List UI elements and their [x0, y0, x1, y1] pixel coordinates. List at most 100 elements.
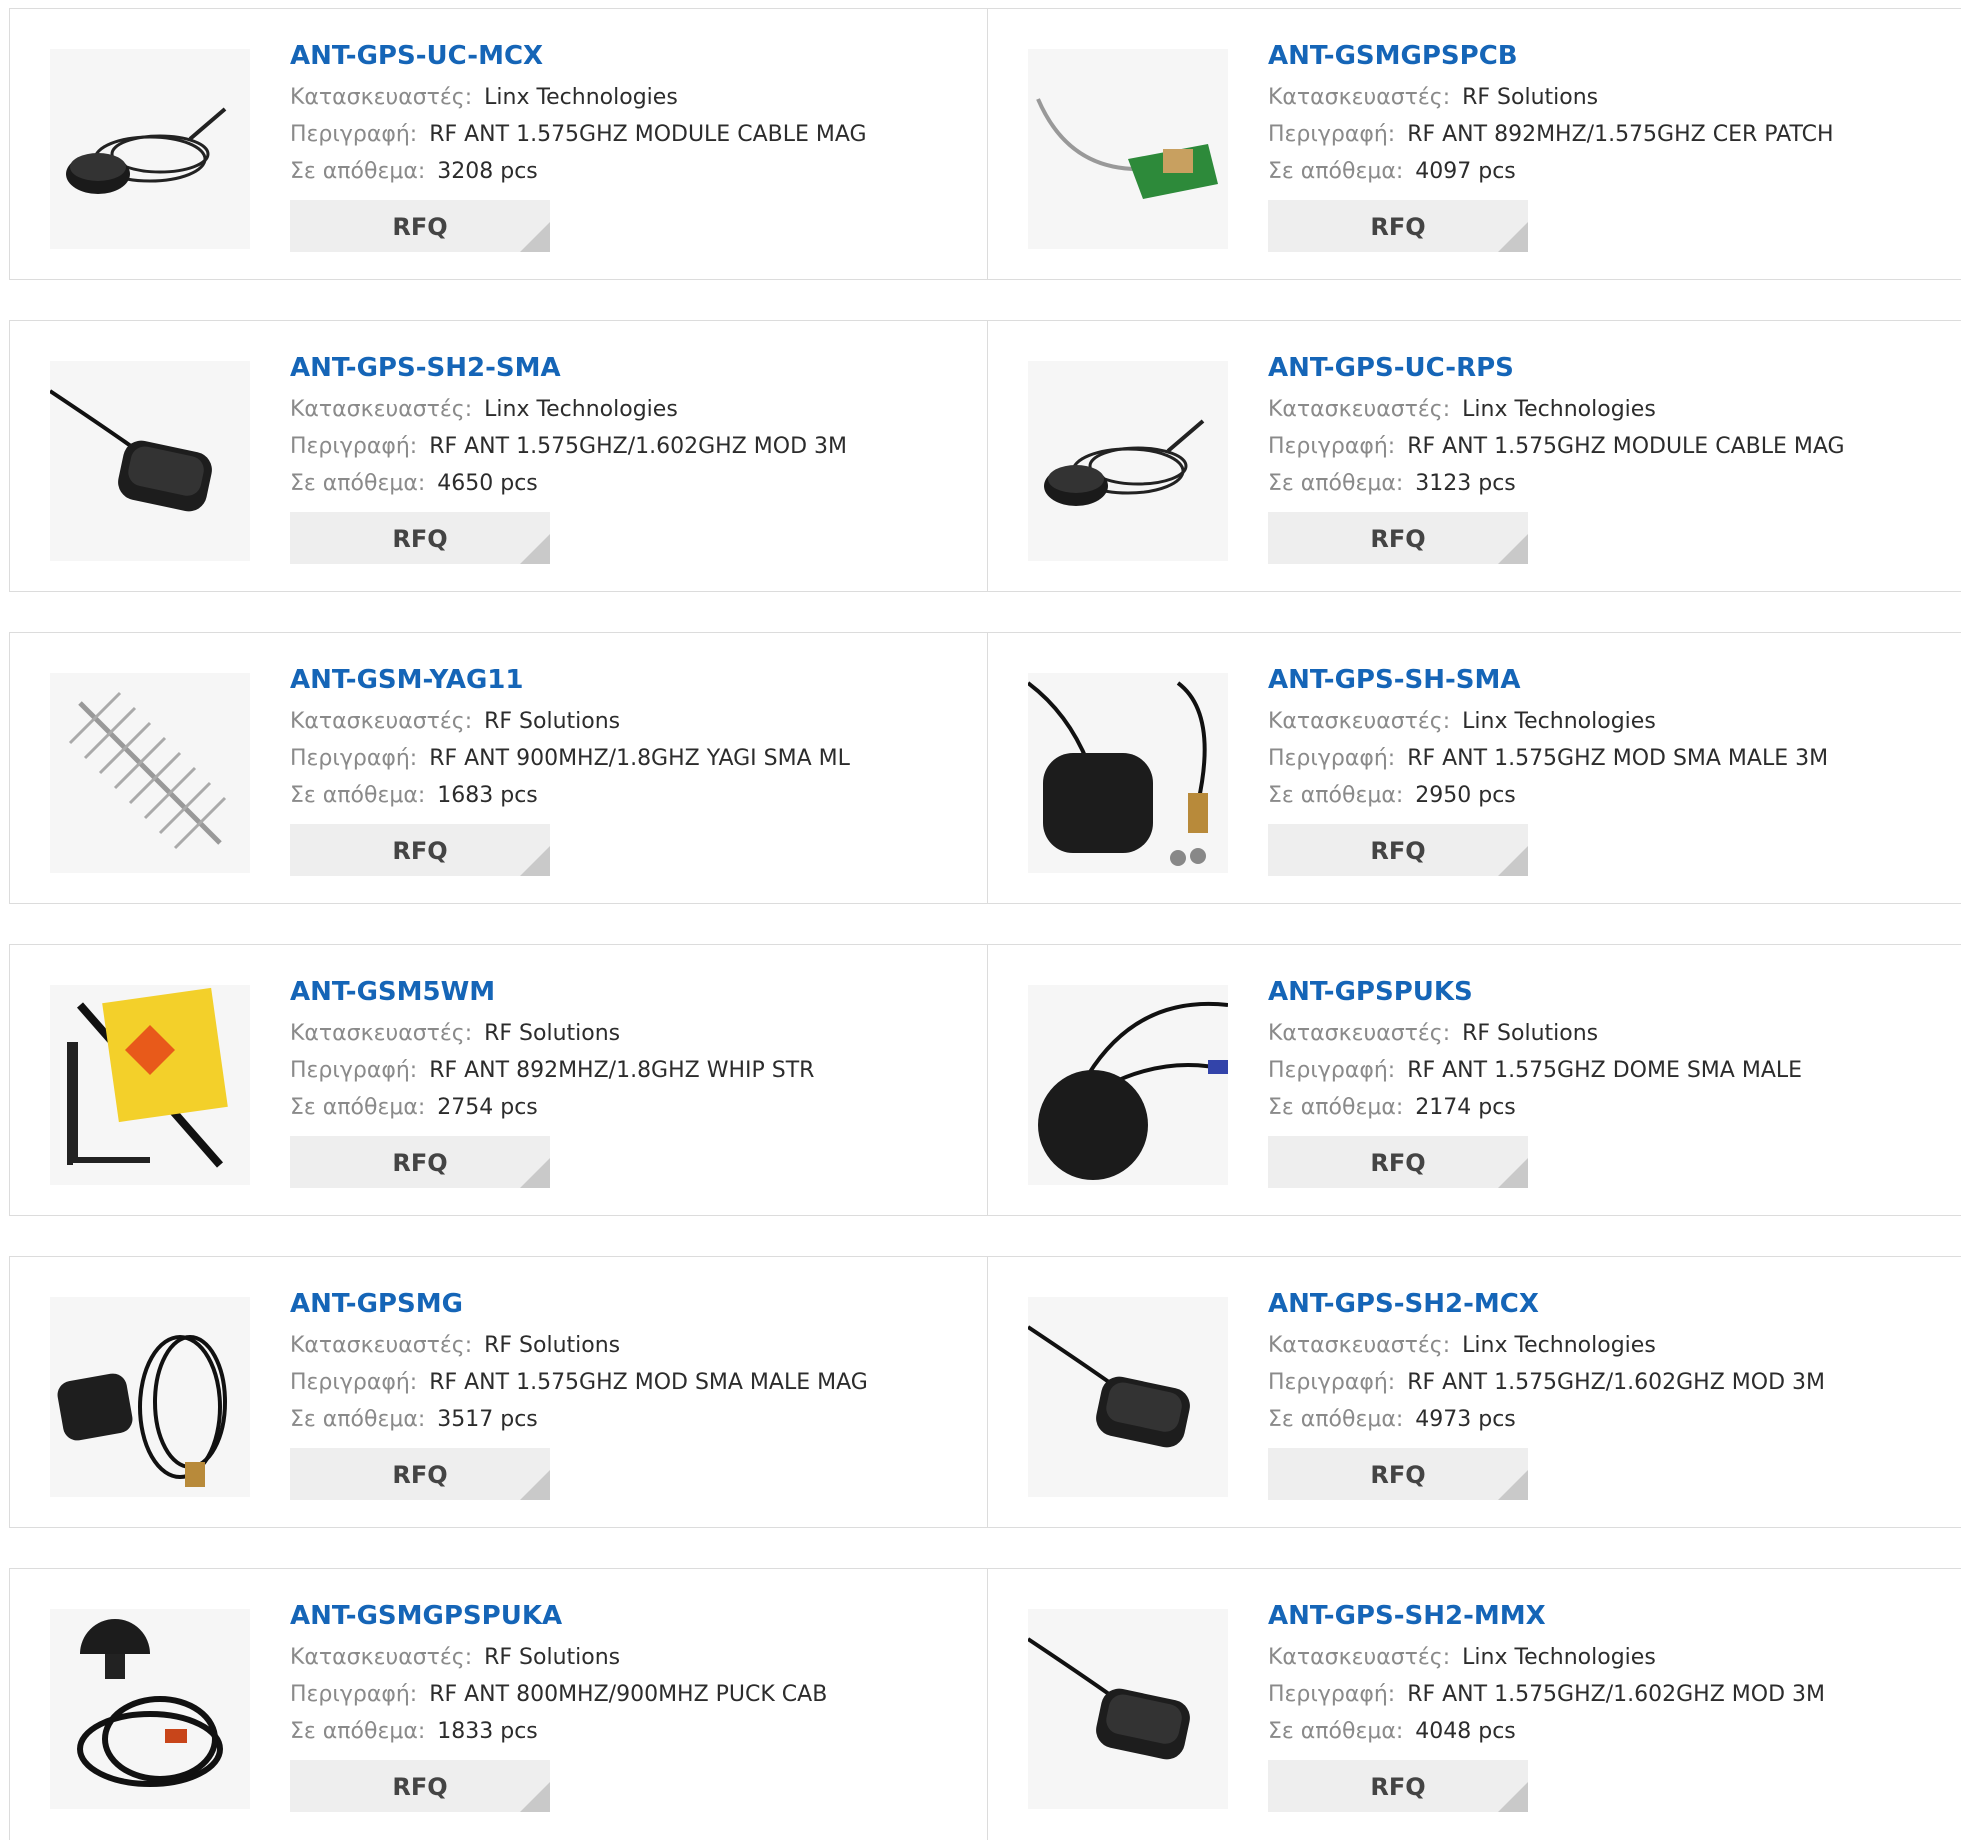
product-image[interactable] [1028, 985, 1228, 1185]
product-part-link[interactable]: ANT-GPS-SH2-SMA [290, 351, 970, 385]
rfq-button[interactable]: RFQ [1268, 1760, 1528, 1812]
manufacturer-label: Κατασκευαστές: [290, 397, 473, 422]
stock-row: Σε απόθεμα: 2950 pcs [1268, 777, 1948, 814]
product-part-link[interactable]: ANT-GPSMG [290, 1287, 970, 1321]
stock-row: Σε απόθεμα: 4973 pcs [1268, 1401, 1948, 1438]
stock-value: 3517 pcs [437, 1407, 538, 1432]
stock-value: 2174 pcs [1415, 1095, 1516, 1120]
rfq-button[interactable]: RFQ [290, 1448, 550, 1500]
product-image[interactable] [1028, 361, 1228, 561]
description-value: RF ANT 1.575GHZ MODULE CABLE MAG [429, 122, 867, 147]
rfq-button[interactable]: RFQ [290, 512, 550, 564]
manufacturer-value: Linx Technologies [1462, 709, 1656, 734]
product-part-link[interactable]: ANT-GPS-SH-SMA [1268, 663, 1948, 697]
rfq-label: RFQ [392, 1149, 448, 1177]
corner-decoration [520, 1782, 550, 1812]
description-value: RF ANT 1.575GHZ/1.602GHZ MOD 3M [429, 434, 847, 459]
manufacturer-value: RF Solutions [1462, 85, 1599, 110]
stock-value: 4048 pcs [1415, 1719, 1516, 1744]
stock-label: Σε απόθεμα: [1268, 1719, 1404, 1744]
product-image[interactable] [50, 985, 250, 1185]
product-image[interactable] [50, 1297, 250, 1497]
description-row: Περιγραφή: RF ANT 1.575GHZ MOD SMA MALE 3… [1268, 740, 1948, 777]
product-info: ANT-GPSPUKS Κατασκευαστές: RF Solutions Περ… [1268, 975, 1948, 1188]
product-part-link[interactable]: ANT-GPS-UC-RPS [1268, 351, 1948, 385]
corner-decoration [520, 534, 550, 564]
description-row: Περιγραφή: RF ANT 900MHZ/1.8GHZ YAGI SMA … [290, 740, 970, 777]
description-row: Περιγραφή: RF ANT 1.575GHZ/1.602GHZ MOD 3… [1268, 1364, 1948, 1401]
manufacturer-value: RF Solutions [484, 1333, 621, 1358]
rfq-button[interactable]: RFQ [1268, 512, 1528, 564]
product-image[interactable] [1028, 49, 1228, 249]
manufacturer-value: Linx Technologies [1462, 397, 1656, 422]
stock-label: Σε απόθεμα: [1268, 159, 1404, 184]
product-part-link[interactable]: ANT-GSM5WM [290, 975, 970, 1009]
product-row: ANT-GSMGPSPUKA Κατασκευαστές: RF Solutions… [9, 1568, 1961, 1840]
description-row: Περιγραφή: RF ANT 800MHZ/900MHZ PUCK CAB [290, 1676, 970, 1713]
manufacturer-value: RF Solutions [484, 1645, 621, 1670]
product-image[interactable] [1028, 673, 1228, 873]
rfq-label: RFQ [392, 1773, 448, 1801]
product-image[interactable] [50, 673, 250, 873]
manufacturer-row: Κατασκευαστές: RF Solutions [290, 1327, 970, 1364]
description-label: Περιγραφή: [1268, 1058, 1396, 1083]
manufacturer-row: Κατασκευαστές: RF Solutions [290, 703, 970, 740]
product-image[interactable] [50, 1609, 250, 1809]
stock-row: Σε απόθεμα: 3208 pcs [290, 153, 970, 190]
manufacturer-value: RF Solutions [1462, 1021, 1599, 1046]
rfq-label: RFQ [1370, 1773, 1426, 1801]
rfq-button[interactable]: RFQ [1268, 200, 1528, 252]
product-info: ANT-GPS-SH2-SMA Κατασκευαστές: Linx Techno… [290, 351, 970, 564]
corner-decoration [520, 1470, 550, 1500]
product-part-link[interactable]: ANT-GPS-SH2-MCX [1268, 1287, 1948, 1321]
description-label: Περιγραφή: [290, 1370, 418, 1395]
manufacturer-row: Κατασκευαστές: Linx Technologies [1268, 1327, 1948, 1364]
product-part-link[interactable]: ANT-GPS-UC-MCX [290, 39, 970, 73]
manufacturer-value: Linx Technologies [1462, 1333, 1656, 1358]
manufacturer-label: Κατασκευαστές: [1268, 1021, 1451, 1046]
description-label: Περιγραφή: [290, 746, 418, 771]
rfq-button[interactable]: RFQ [290, 1760, 550, 1812]
stock-value: 2754 pcs [437, 1095, 538, 1120]
corner-decoration [1498, 1470, 1528, 1500]
stock-value: 3123 pcs [1415, 471, 1516, 496]
rfq-button[interactable]: RFQ [290, 824, 550, 876]
rfq-button[interactable]: RFQ [1268, 1136, 1528, 1188]
description-label: Περιγραφή: [290, 1058, 418, 1083]
stock-row: Σε απόθεμα: 2174 pcs [1268, 1089, 1948, 1126]
rfq-label: RFQ [392, 213, 448, 241]
rfq-label: RFQ [1370, 837, 1426, 865]
product-part-link[interactable]: ANT-GSMGPSPCB [1268, 39, 1948, 73]
rfq-button[interactable]: RFQ [290, 200, 550, 252]
rfq-button[interactable]: RFQ [1268, 824, 1528, 876]
product-card: ANT-GSM5WM Κατασκευαστές: RF Solutions Περι… [10, 945, 986, 1215]
stock-label: Σε απόθεμα: [1268, 1095, 1404, 1120]
product-part-link[interactable]: ANT-GSMGPSPUKA [290, 1599, 970, 1633]
description-value: RF ANT 892MHZ/1.575GHZ CER PATCH [1407, 122, 1834, 147]
rfq-button[interactable]: RFQ [290, 1136, 550, 1188]
product-part-link[interactable]: ANT-GPSPUKS [1268, 975, 1948, 1009]
product-grid: ANT-GPS-UC-MCX Κατασκευαστές: Linx Technol… [0, 0, 1961, 1840]
manufacturer-label: Κατασκευαστές: [290, 1645, 473, 1670]
manufacturer-row: Κατασκευαστές: RF Solutions [290, 1015, 970, 1052]
corner-decoration [1498, 1158, 1528, 1188]
rfq-button[interactable]: RFQ [1268, 1448, 1528, 1500]
manufacturer-value: Linx Technologies [484, 397, 678, 422]
product-info: ANT-GSM-YAG11 Κατασκευαστές: RF Solutions Π… [290, 663, 970, 876]
product-image[interactable] [1028, 1609, 1228, 1809]
product-info: ANT-GPS-SH2-MCX Κατασκευαστές: Linx Techno… [1268, 1287, 1948, 1500]
stock-value: 3208 pcs [437, 159, 538, 184]
stock-row: Σε απόθεμα: 4097 pcs [1268, 153, 1948, 190]
description-label: Περιγραφή: [1268, 1370, 1396, 1395]
product-info: ANT-GSMGPSPUKA Κατασκευαστές: RF Solutions… [290, 1599, 970, 1812]
manufacturer-label: Κατασκευαστές: [290, 709, 473, 734]
product-part-link[interactable]: ANT-GSM-YAG11 [290, 663, 970, 697]
product-part-link[interactable]: ANT-GPS-SH2-MMX [1268, 1599, 1948, 1633]
product-image[interactable] [1028, 1297, 1228, 1497]
product-image[interactable] [50, 361, 250, 561]
description-label: Περιγραφή: [290, 434, 418, 459]
description-row: Περιγραφή: RF ANT 1.575GHZ MOD SMA MALE M… [290, 1364, 970, 1401]
product-image[interactable] [50, 49, 250, 249]
corner-decoration [520, 1158, 550, 1188]
stock-row: Σε απόθεμα: 4650 pcs [290, 465, 970, 502]
